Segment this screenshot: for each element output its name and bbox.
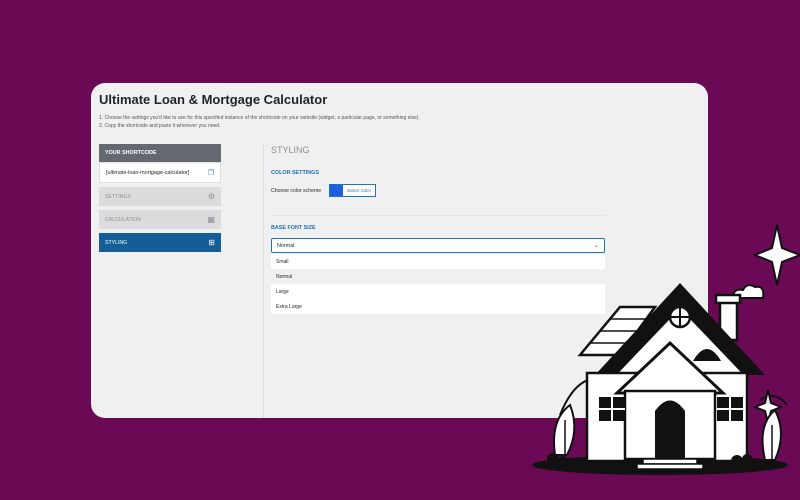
instruction-step-1: 1. Choose the settings you'd like to use… [99, 115, 420, 121]
calculator-icon: ▦ [207, 214, 215, 224]
font-size-selected: Normal [277, 242, 295, 249]
sidebar: YOUR SHORTCODE [ultimate-loan-mortgage-c… [99, 144, 221, 252]
color-swatch[interactable] [330, 185, 344, 196]
sidebar-item-settings[interactable]: SETTINGS ⚙ [99, 187, 221, 206]
grid-icon: ⊞ [208, 237, 215, 247]
sidebar-item-label: CALCULATION [105, 216, 141, 223]
page-title: Ultimate Loan & Mortgage Calculator [99, 92, 328, 107]
door [655, 400, 685, 459]
divider [263, 144, 264, 418]
sidebar-item-label: SETTINGS [105, 193, 131, 200]
shortcode-box[interactable]: [ultimate-loan-mortgage-calculator] ❐ [99, 162, 221, 183]
select-color-label[interactable]: Select Color [343, 185, 376, 196]
color-scheme-row: Choose color scheme Select Color [271, 184, 605, 197]
plant-left [553, 403, 576, 456]
color-picker-button[interactable]: Select Color [329, 184, 377, 197]
color-settings-title: COLOR SETTINGS [271, 170, 319, 176]
sidebar-item-calculation[interactable]: CALCULATION ▦ [99, 210, 221, 229]
gear-icon: ⚙ [207, 191, 215, 201]
shortcode-header: YOUR SHORTCODE [99, 144, 221, 162]
sidebar-item-styling[interactable]: STYLING ⊞ [99, 233, 221, 252]
house-illustration [532, 224, 800, 475]
color-scheme-label: Choose color scheme [271, 187, 322, 194]
copy-icon[interactable]: ❐ [208, 169, 214, 177]
instruction-step-2: 2. Copy the shortcode and paste it where… [99, 123, 221, 129]
sidebar-item-label: STYLING [105, 239, 128, 246]
section-title: STYLING [271, 145, 310, 155]
instructions: 1. Choose the settings you'd like to use… [99, 114, 420, 130]
shortcode-value[interactable]: [ultimate-loan-mortgage-calculator] [106, 170, 189, 176]
sparkle-icon [752, 224, 800, 286]
